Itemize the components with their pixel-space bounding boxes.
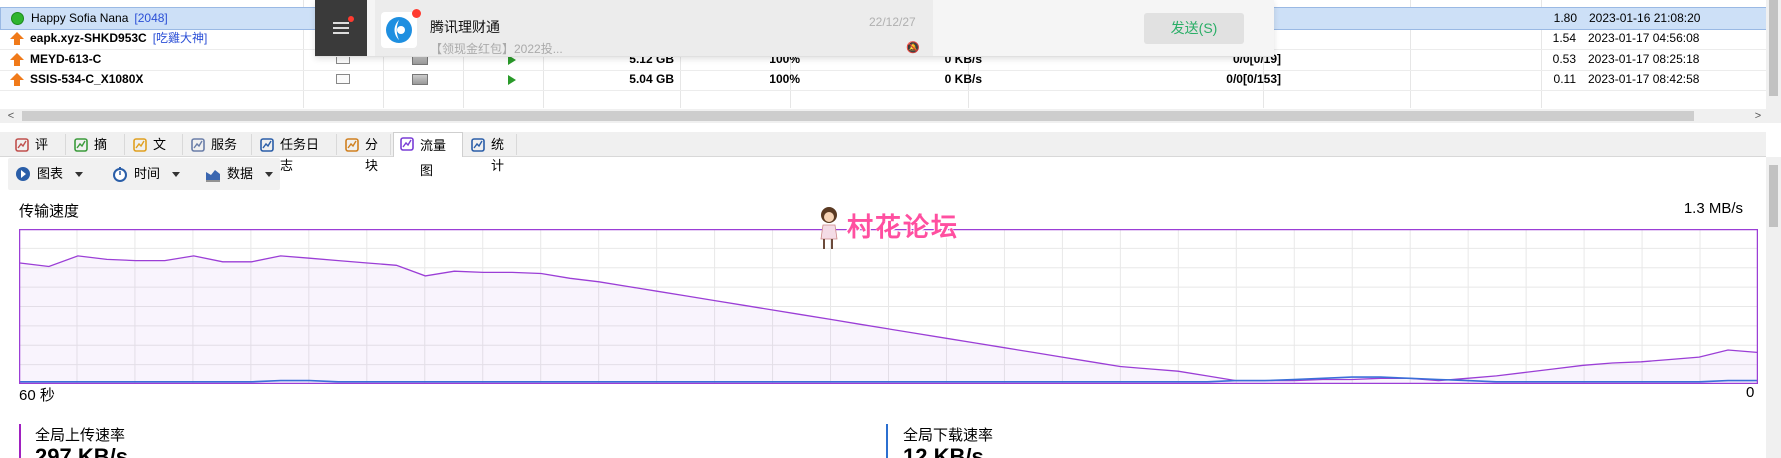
tab-info[interactable]: 任务日志 — [254, 134, 337, 173]
chevron-down-icon — [75, 172, 84, 178]
speed-cell: 0 KB/s — [944, 72, 982, 86]
scroll-right-arrow-icon[interactable]: > — [1749, 109, 1767, 123]
chat-sidebar — [315, 0, 367, 56]
table-vertical-scrollbar[interactable] — [1766, 0, 1781, 123]
upload-arrow-icon — [10, 53, 24, 66]
app-avatar-icon — [381, 12, 417, 48]
unread-dot — [348, 16, 354, 22]
peers-cell: 0/0[0/153] — [1226, 72, 1281, 86]
chart-max-label: 1.3 MB/s — [1683, 200, 1743, 217]
tab-server[interactable]: 服务器 — [185, 134, 252, 173]
tab-folder[interactable]: 文件 — [127, 134, 183, 173]
ratio-cell: 1.54 — [1552, 31, 1576, 45]
computer-icon — [412, 74, 428, 85]
send-button[interactable]: 发送(S) — [1144, 13, 1244, 44]
chat-preview: 【领现金红包】2022投... — [430, 42, 563, 56]
torrent-name-text: MEYD-613-C — [30, 52, 102, 66]
transfer-speed-chart — [19, 229, 1758, 384]
checklist-icon — [74, 138, 88, 152]
tab-pie[interactable]: 分块 — [339, 134, 391, 173]
torrent-name-text: eapk.xyz-SHKD953C — [30, 31, 147, 45]
chevron-down-icon — [265, 172, 274, 178]
scrollbar-thumb[interactable] — [1769, 165, 1778, 227]
upload-arrow-icon — [10, 73, 24, 86]
chat-time: 22/12/27 — [869, 15, 916, 29]
play-icon — [508, 75, 516, 85]
chat-name: 腾讯理财通 — [430, 19, 500, 35]
chart-title: 传输速度 — [19, 203, 80, 220]
girl-mascot-icon — [820, 207, 838, 249]
folder-icon — [133, 138, 147, 152]
progress-cell: 100% — [769, 72, 800, 86]
date-cell: 2023-01-17 04:56:08 — [1588, 31, 1700, 45]
hamburger-menu-icon[interactable] — [333, 22, 349, 24]
scrollbar-thumb[interactable] — [1769, 0, 1778, 96]
global-download-label: 全局下载速率 — [903, 427, 994, 444]
chart-menu-button[interactable]: 图表 — [15, 164, 84, 184]
tab-label: 流量图 — [420, 138, 447, 178]
ratio-cell: 1.80 — [1553, 11, 1577, 25]
time-menu-label: 时间 — [134, 166, 161, 181]
mute-bell-icon: 🔕 — [906, 42, 920, 54]
upload-stat-marker — [19, 424, 21, 458]
tab-line-chart[interactable]: 流量图 — [393, 132, 463, 178]
data-menu-button[interactable]: 数据 — [205, 164, 274, 184]
watermark-text: 村花论坛 — [847, 212, 960, 242]
date-cell: 2023-01-17 08:25:18 — [1588, 52, 1700, 66]
chevron-down-icon — [172, 172, 181, 178]
global-download-value: 12 KB/s — [903, 444, 984, 458]
line-chart-icon — [400, 137, 414, 151]
ratio-cell: 0.11 — [1553, 72, 1576, 86]
global-upload-label: 全局上传速率 — [35, 427, 126, 444]
server-icon — [191, 138, 205, 152]
panel-vertical-scrollbar[interactable] — [1766, 157, 1781, 458]
chat-notification-popup: 腾讯理财通 22/12/27 【领现金红包】2022投... 🔕 发送(S) — [315, 0, 1274, 57]
date-cell: 2023-01-17 08:42:58 — [1588, 72, 1700, 86]
info-icon — [260, 138, 274, 152]
torrent-name: Happy Sofia Nana [2048] — [31, 8, 301, 29]
torrent-name-text: SSIS-534-C_X1080X — [30, 72, 144, 86]
upload-arrow-icon — [10, 32, 24, 45]
torrent-name: SSIS-534-C_X1080X — [30, 69, 300, 90]
chart-icon — [16, 167, 30, 181]
unread-dot — [412, 9, 421, 18]
tab-stats[interactable]: 统计 — [465, 134, 517, 173]
scrollbar-thumb[interactable] — [22, 111, 1694, 121]
chart-toolbar: 图表 时间 数据 — [8, 158, 280, 190]
chart-menu-label: 图表 — [37, 166, 64, 181]
torrent-tag: [吃雞大神] — [152, 31, 208, 45]
detail-tabs: 评论摘要文件服务器任务日志 分块 流量图 统计 — [0, 132, 1766, 178]
torrent-name: MEYD-613-C — [30, 49, 300, 70]
size-cell: 5.04 GB — [629, 72, 674, 86]
tab-label: 任务日志 — [280, 137, 320, 173]
status-green-dot-icon — [11, 12, 24, 25]
tab-label: 分块 — [365, 137, 379, 173]
pie-icon — [345, 138, 359, 152]
envelope-icon — [336, 74, 350, 84]
date-cell: 2023-01-16 21:08:20 — [1589, 11, 1701, 25]
x-axis-right-label: 0 — [1746, 384, 1755, 401]
torrent-tag: [2048] — [134, 11, 168, 25]
torrent-name: eapk.xyz-SHKD953C [吃雞大神] — [30, 28, 300, 49]
tab-comment[interactable]: 评论 — [9, 134, 66, 173]
data-menu-label: 数据 — [227, 166, 254, 181]
global-upload-value: 297 KB/s — [35, 444, 128, 458]
table-row[interactable]: SSIS-534-C_X1080X 5.04 GB 100% 0 KB/s 0/0[0/… — [0, 69, 1766, 91]
tab-checklist[interactable]: 摘要 — [68, 134, 125, 173]
table-horizontal-scrollbar[interactable]: < > — [0, 109, 1766, 123]
stopwatch-icon — [113, 167, 127, 182]
scroll-left-arrow-icon[interactable]: < — [2, 109, 20, 123]
stats-icon — [471, 138, 485, 152]
download-stat-marker — [886, 424, 888, 458]
torrent-name-text: Happy Sofia Nana — [31, 11, 129, 25]
ratio-cell: 0.53 — [1552, 52, 1576, 66]
x-axis-left-label: 60 秒 — [19, 387, 55, 404]
area-chart-icon — [206, 170, 220, 182]
tab-label: 统计 — [491, 137, 505, 173]
comment-icon — [15, 138, 29, 152]
time-menu-button[interactable]: 时间 — [112, 164, 181, 184]
